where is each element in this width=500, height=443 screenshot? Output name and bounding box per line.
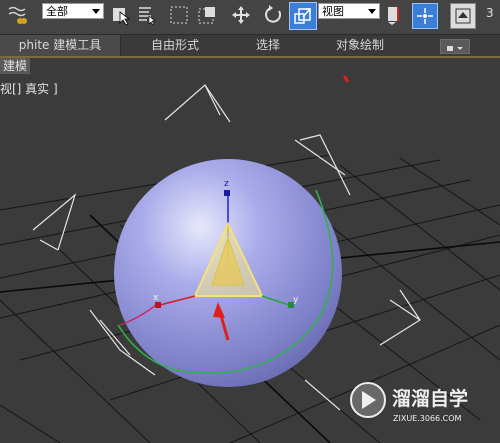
bind-space-warp-icon[interactable] xyxy=(6,4,28,26)
selection-filter-dropdown[interactable]: 全部 xyxy=(42,3,104,19)
snap-toggle-label[interactable]: 3 xyxy=(486,6,494,20)
select-by-name-icon[interactable] xyxy=(136,4,158,26)
up-arrow-icon xyxy=(455,8,471,24)
window-crossing-icon[interactable] xyxy=(196,4,218,26)
chevron-down-icon xyxy=(368,9,376,14)
main-toolbar: 全部 视图 3 xyxy=(0,0,500,35)
tab-object-paint[interactable]: 对象绘制 xyxy=(330,35,390,56)
keyboard-shortcut-toggle[interactable] xyxy=(450,3,476,29)
select-object-icon[interactable] xyxy=(110,4,132,26)
ribbon-menu-icon xyxy=(447,46,463,51)
watermark-url: ZIXUE.3066.COM xyxy=(393,414,462,423)
ribbon-options-button[interactable] xyxy=(440,39,470,54)
viewport-scene: z x y 溜溜自学 ZIXUE.3066.COM xyxy=(0,76,500,443)
tab-freeform[interactable]: 自由形式 xyxy=(145,35,205,56)
gizmo-y-label: y xyxy=(293,295,299,305)
chevron-down-icon xyxy=(92,9,100,14)
selection-filter-value: 全部 xyxy=(46,5,68,18)
select-and-scale-button[interactable] xyxy=(289,2,317,30)
scale-icon xyxy=(294,8,311,24)
watermark: 溜溜自学 ZIXUE.3066.COM xyxy=(350,382,468,423)
ribbon-tabs: phite 建模工具 自由形式 选择 对象绘制 xyxy=(0,35,500,58)
rotate-icon[interactable] xyxy=(262,4,284,26)
rectangular-selection-icon[interactable] xyxy=(168,4,190,26)
tab-graphite-modeling[interactable]: phite 建模工具 xyxy=(0,35,121,56)
move-icon[interactable] xyxy=(230,4,252,26)
gizmo-z-label: z xyxy=(224,179,229,189)
watermark-title: 溜溜自学 xyxy=(392,387,468,410)
crosshair-icon xyxy=(417,8,433,24)
reference-coord-dropdown[interactable]: 视图 xyxy=(318,3,380,19)
gizmo-x-label: x xyxy=(153,293,159,303)
pivot-center-icon[interactable] xyxy=(384,4,406,26)
tab-selection[interactable]: 选择 xyxy=(246,35,290,56)
reference-coord-value: 视图 xyxy=(322,5,344,18)
subtab-modeling[interactable]: 建模 xyxy=(0,58,31,74)
select-manipulate-button[interactable] xyxy=(412,3,438,29)
